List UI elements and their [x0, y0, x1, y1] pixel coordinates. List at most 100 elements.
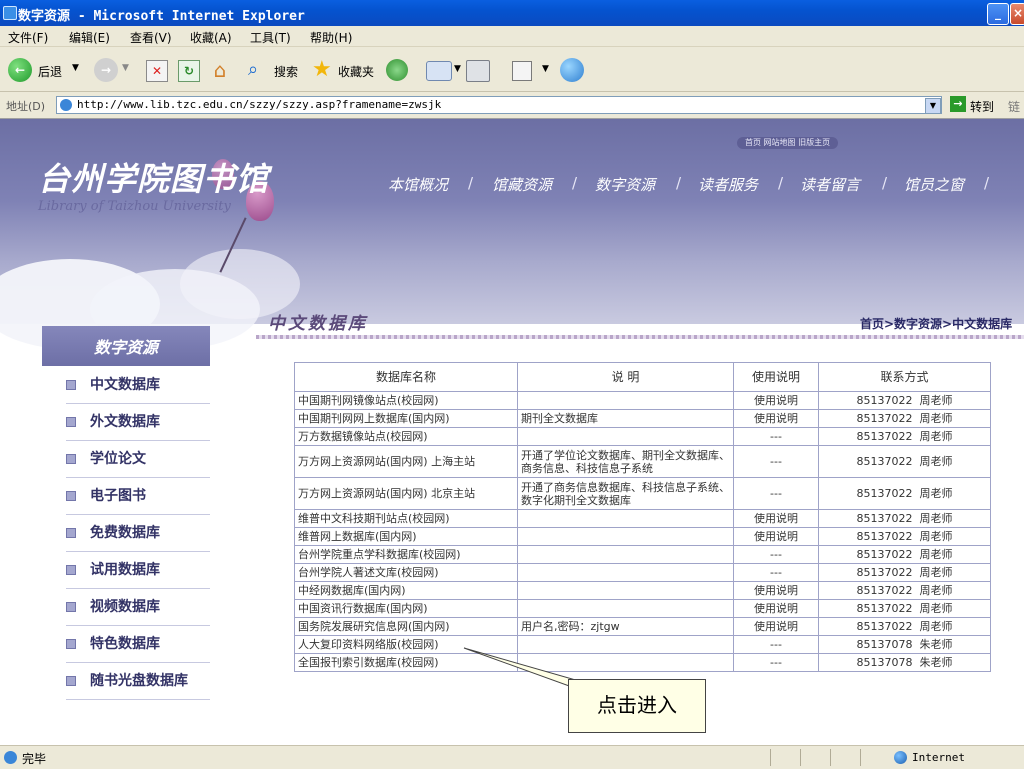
nav-reader-messages[interactable]: 读者留言	[800, 174, 860, 195]
address-dropdown-icon[interactable]: ▼	[925, 98, 941, 114]
sidebar-item-free-db[interactable]: 免费数据库	[66, 515, 210, 552]
stop-icon[interactable]: ✕	[146, 60, 168, 82]
window-title-bar[interactable]: 数字资源 - Microsoft Internet Explorer _ ×	[0, 0, 1024, 26]
history-icon[interactable]	[386, 59, 408, 81]
menu-help[interactable]: 帮助(H)	[310, 29, 352, 46]
usage-instructions-link[interactable]: 使用说明	[733, 617, 819, 636]
database-name-link[interactable]: 万方网上资源网站(国内网) 上海主站	[294, 445, 518, 478]
contact-person: 周老师	[919, 412, 953, 425]
mail-icon[interactable]	[426, 61, 452, 81]
usage-instructions-link[interactable]: 使用说明	[733, 527, 819, 546]
links-label[interactable]: 链	[1008, 98, 1020, 115]
address-input[interactable]: http://www.lib.tzc.edu.cn/szzy/szzy.asp?…	[56, 96, 942, 114]
home-icon[interactable]: ⌂	[208, 58, 232, 82]
menu-file[interactable]: 文件(F)	[8, 29, 48, 46]
site-subtitle: Library of Taizhou University	[38, 199, 231, 214]
database-name-link[interactable]: 万方网上资源网站(国内网) 北京主站	[294, 477, 518, 510]
usage-instructions-link[interactable]: 使用说明	[733, 599, 819, 618]
database-name-link[interactable]: 中经网数据库(国内网)	[294, 581, 518, 600]
back-button[interactable]: ←	[8, 56, 36, 84]
refresh-icon[interactable]: ↻	[178, 60, 200, 82]
contact-phone: 85137022	[856, 430, 913, 443]
contact-phone: 85137022	[856, 530, 913, 543]
back-arrow-icon: ←	[8, 58, 32, 82]
nav-collections[interactable]: 馆藏资源	[492, 174, 552, 195]
forward-dropdown-icon[interactable]: ▼	[122, 63, 129, 73]
favorites-label[interactable]: 收藏夹	[338, 63, 374, 80]
sidebar-item-label: 随书光盘数据库	[90, 673, 188, 689]
usage-instructions-link[interactable]: 使用说明	[733, 581, 819, 600]
database-description	[517, 391, 734, 410]
database-name-link[interactable]: 台州学院人著述文库(校园网)	[294, 563, 518, 582]
nav-staff-window[interactable]: 馆员之窗	[904, 174, 964, 195]
usage-instructions-link[interactable]: 使用说明	[733, 409, 819, 428]
go-button[interactable]: 转到	[970, 98, 994, 115]
mail-dropdown-icon[interactable]: ▼	[454, 64, 461, 74]
edit-dropdown-icon[interactable]: ▼	[542, 64, 549, 74]
breadcrumb[interactable]: 首页>数字资源>中文数据库	[860, 315, 1012, 332]
table-row: 中经网数据库(国内网) 使用说明 85137022 周老师	[294, 581, 991, 600]
back-dropdown-icon[interactable]: ▼	[72, 63, 79, 73]
sidebar-item-theses[interactable]: 学位论文	[66, 441, 210, 478]
contact-info: 85137022 周老师	[818, 509, 991, 528]
minimize-button[interactable]: _	[987, 3, 1009, 25]
menu-edit[interactable]: 编辑(E)	[69, 29, 110, 46]
database-name-link[interactable]: 国务院发展研究信息网(国内网)	[294, 617, 518, 636]
favorites-star-icon[interactable]: ★	[312, 57, 332, 82]
database-name-link[interactable]: 万方数据镜像站点(校园网)	[294, 427, 518, 446]
table-body: 中国期刊网镜像站点(校园网) 使用说明 85137022 周老师 中国期刊网网上数据库…	[294, 391, 991, 672]
contact-info: 85137022 周老师	[818, 599, 991, 618]
usage-instructions-link[interactable]: 使用说明	[733, 391, 819, 410]
contact-person: 周老师	[919, 548, 953, 561]
bullet-icon	[66, 417, 76, 427]
contact-person: 朱老师	[919, 638, 953, 651]
database-name-link[interactable]: 中国期刊网网上数据库(国内网)	[294, 409, 518, 428]
sidebar-item-label: 免费数据库	[90, 525, 160, 541]
edit-icon[interactable]	[512, 61, 532, 81]
database-name-link[interactable]: 中国资讯行数据库(国内网)	[294, 599, 518, 618]
print-icon[interactable]	[466, 60, 490, 82]
contact-phone: 85137022	[856, 455, 913, 468]
table-row: 万方网上资源网站(国内网) 北京主站 开通了商务信息数据库、科技信息子系统、数字化…	[294, 477, 991, 510]
menu-favorites[interactable]: 收藏(A)	[190, 29, 232, 46]
forward-button[interactable]: →	[94, 58, 118, 82]
sidebar-item-video-db[interactable]: 视频数据库	[66, 589, 210, 626]
sidebar-item-foreign-db[interactable]: 外文数据库	[66, 404, 210, 441]
nav-digital-resources[interactable]: 数字资源	[595, 174, 655, 195]
search-icon[interactable]: ⌕	[248, 59, 270, 81]
sidebar-item-chinese-db[interactable]: 中文数据库	[66, 367, 210, 404]
ie-app-icon	[3, 6, 17, 20]
usage-instructions-link: ---	[733, 477, 819, 510]
sidebar-item-special-db[interactable]: 特色数据库	[66, 626, 210, 663]
messenger-icon[interactable]	[560, 58, 584, 82]
contact-phone: 85137022	[856, 584, 913, 597]
table-header-row: 数据库名称 说 明 使用说明 联系方式	[294, 362, 991, 392]
database-name-link[interactable]: 中国期刊网镜像站点(校园网)	[294, 391, 518, 410]
sidebar-item-trial-db[interactable]: 试用数据库	[66, 552, 210, 589]
usage-instructions-link[interactable]: 使用说明	[733, 509, 819, 528]
database-name-link[interactable]: 维普中文科技期刊站点(校园网)	[294, 509, 518, 528]
top-links[interactable]: 首页 网站地图 旧版主页	[737, 137, 839, 149]
back-label[interactable]: 后退	[38, 63, 62, 80]
site-title: 台州学院图书馆	[38, 160, 270, 198]
search-label[interactable]: 搜索	[274, 63, 298, 80]
database-name-link[interactable]: 台州学院重点学科数据库(校园网)	[294, 545, 518, 564]
bullet-icon	[66, 380, 76, 390]
table-row: 全国报刊索引数据库(校园网) --- 85137078 朱老师	[294, 653, 991, 672]
sidebar-item-cd-db[interactable]: 随书光盘数据库	[66, 663, 210, 700]
nav-reader-services[interactable]: 读者服务	[698, 174, 758, 195]
database-description: 开通了学位论文数据库、期刊全文数据库、商务信息、科技信息子系统	[517, 445, 734, 478]
sidebar-item-label: 视频数据库	[90, 599, 160, 615]
database-name-link[interactable]: 维普网上数据库(国内网)	[294, 527, 518, 546]
sidebar-item-ebooks[interactable]: 电子图书	[66, 478, 210, 515]
nav-library-overview[interactable]: 本馆概况	[388, 174, 448, 195]
close-button[interactable]: ×	[1010, 3, 1024, 25]
contact-phone: 85137022	[856, 620, 913, 633]
section-title: 中文数据库	[268, 314, 368, 334]
table-row: 万方数据镜像站点(校园网) --- 85137022 周老师	[294, 427, 991, 446]
go-arrow-icon[interactable]: →	[950, 96, 966, 112]
column-header: 联系方式	[818, 362, 991, 392]
database-description: 开通了商务信息数据库、科技信息子系统、数字化期刊全文数据库	[517, 477, 734, 510]
menu-view[interactable]: 查看(V)	[130, 29, 172, 46]
menu-tools[interactable]: 工具(T)	[250, 29, 291, 46]
